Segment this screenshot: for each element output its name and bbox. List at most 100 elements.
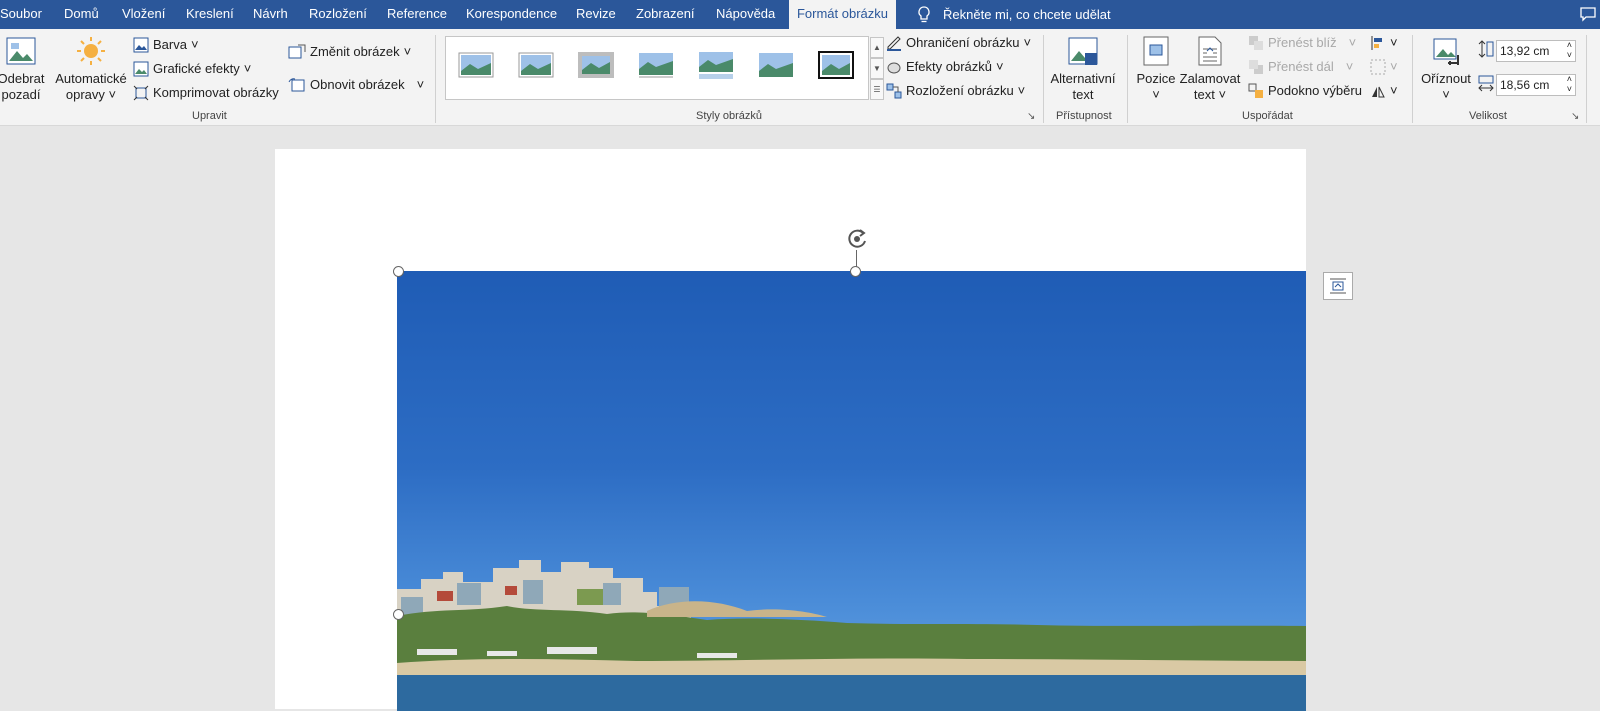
selection-pane-label: Podokno výběru <box>1268 83 1362 98</box>
pen-icon <box>887 36 901 51</box>
resize-handle-top-left[interactable] <box>393 266 404 277</box>
dialog-launcher-icon[interactable]: ↘ <box>1027 111 1035 122</box>
align-icon <box>1371 36 1382 50</box>
tab-vlozeni[interactable]: Vložení <box>122 0 165 29</box>
rotate-handle-icon[interactable] <box>843 225 871 253</box>
group-separator <box>1127 35 1128 123</box>
tab-format-obrazku[interactable]: Formát obrázku <box>789 0 896 29</box>
wrap-text-icon <box>1198 36 1222 66</box>
corrections-button[interactable]: Automatické opravy ˅ <box>52 35 130 103</box>
send-backward-button[interactable]: Přenést dál ˅ <box>1248 56 1353 78</box>
effects-icon <box>887 62 901 74</box>
comments-icon[interactable] <box>1580 7 1596 22</box>
group-label-adjust: Upravit <box>192 110 227 122</box>
chevron-down-icon: ˅ <box>1442 87 1450 102</box>
tab-napoveda[interactable]: Nápověda <box>716 0 775 29</box>
color-button[interactable]: Barva ˅ <box>133 34 199 56</box>
rotate-button[interactable]: ˅ <box>1370 80 1398 102</box>
group-separator <box>1412 35 1413 123</box>
tab-kresleni[interactable]: Kreslení <box>186 0 234 29</box>
chevron-down-icon: ˅ <box>1390 35 1398 50</box>
alt-text-button[interactable]: Alternativní text <box>1048 35 1118 103</box>
tab-korespondence[interactable]: Korespondence <box>466 0 557 29</box>
picture-style-thumb[interactable] <box>578 49 614 81</box>
remove-background-button[interactable]: Odebrat pozadí <box>0 35 48 103</box>
sun-icon <box>77 37 105 65</box>
tab-reference[interactable]: Reference <box>387 0 447 29</box>
ribbon: Odebrat pozadí Automatické opravy ˅ Barv… <box>0 29 1600 126</box>
width-icon <box>1478 75 1494 92</box>
send-backward-icon <box>1249 60 1263 74</box>
picture-style-thumb[interactable] <box>458 49 494 81</box>
picture-layout-label: Rozložení obrázku <box>906 83 1014 98</box>
tell-me-box[interactable]: Řekněte mi, co chcete udělat <box>917 0 1111 29</box>
spinner-icon[interactable]: ˄ ˅ <box>1567 74 1572 94</box>
remove-background-label-1: Odebrat <box>0 71 45 86</box>
picture-style-thumb[interactable] <box>518 49 554 81</box>
picture-style-thumb[interactable] <box>638 49 674 81</box>
chevron-down-icon: ˅ <box>1345 59 1354 74</box>
tab-zobrazeni[interactable]: Zobrazení <box>636 0 695 29</box>
picture-effects-button[interactable]: Efekty obrázků ˅ <box>886 56 1004 78</box>
selection-pane-button[interactable]: Podokno výběru <box>1248 80 1362 102</box>
gallery-more[interactable]: ☰ <box>870 79 884 100</box>
layout-options-icon <box>1330 278 1346 294</box>
wrap-text-button[interactable]: Zalamovat text ˅ <box>1178 35 1242 103</box>
gallery-scroll-down[interactable]: ▼ <box>870 58 884 79</box>
alt-text-label-2: text <box>1072 87 1094 102</box>
height-icon <box>1478 40 1494 58</box>
picture-border-button[interactable]: Ohraničení obrázku ˅ <box>886 32 1031 54</box>
align-button[interactable]: ˅ <box>1370 32 1398 54</box>
tab-domu[interactable]: Domů <box>64 0 99 29</box>
group-label-accessibility: Přístupnost <box>1056 110 1112 122</box>
selection-pane-icon <box>1248 83 1263 98</box>
crop-button[interactable]: Oříznout ˅ <box>1418 35 1474 103</box>
dialog-launcher-icon[interactable]: ↘ <box>1571 111 1579 122</box>
chevron-down-icon: ˅ <box>416 77 425 92</box>
tab-rozlozeni[interactable]: Rozložení <box>309 0 367 29</box>
resize-handle-middle-left[interactable] <box>393 609 404 620</box>
chevron-down-icon: ˅ <box>108 87 117 102</box>
picture-style-thumb[interactable] <box>698 49 734 81</box>
gallery-scroll-up[interactable]: ▲ <box>870 37 884 58</box>
chevron-down-icon: ˅ <box>996 59 1004 74</box>
artistic-effects-icon <box>133 61 149 77</box>
tab-soubor[interactable]: Soubor <box>0 0 42 29</box>
artistic-effects-button[interactable]: Grafické efekty ˅ <box>133 58 251 80</box>
bring-forward-icon <box>1249 36 1263 50</box>
bring-forward-button[interactable]: Přenést blíž ˅ <box>1248 32 1356 54</box>
group-objects-button[interactable]: ˅ <box>1370 56 1398 78</box>
send-backward-label: Přenést dál <box>1268 59 1334 74</box>
chevron-down-icon: ˅ <box>1152 87 1160 102</box>
picture-layout-button[interactable]: Rozložení obrázku ˅ <box>886 80 1025 102</box>
tab-revize[interactable]: Revize <box>576 0 616 29</box>
tab-navrh[interactable]: Návrh <box>253 0 288 29</box>
spinner-icon[interactable]: ˄ ˅ <box>1567 40 1572 60</box>
rotate-icon <box>1372 86 1385 98</box>
bring-forward-label: Přenést blíž <box>1268 35 1337 50</box>
position-button[interactable]: Pozice ˅ <box>1136 35 1176 103</box>
change-picture-icon <box>288 44 306 59</box>
picture-style-thumb[interactable] <box>758 49 794 81</box>
width-input[interactable]: 18,56 cm ˄ ˅ <box>1496 74 1576 96</box>
remove-background-icon <box>6 37 36 65</box>
reset-picture-button[interactable]: Obnovit obrázek ˅ <box>288 74 424 96</box>
picture-style-thumb-selected[interactable] <box>818 49 854 81</box>
picture-layout-icon <box>886 83 902 99</box>
group-separator <box>435 35 436 123</box>
crop-icon <box>1433 38 1459 65</box>
corrections-label-2: opravy <box>65 87 105 102</box>
compress-pictures-button[interactable]: Komprimovat obrázky <box>133 82 279 104</box>
resize-handle-top-center[interactable] <box>850 266 861 277</box>
tell-me-text: Řekněte mi, co chcete udělat <box>943 6 1111 22</box>
corrections-label-1: Automatické <box>55 71 127 86</box>
compress-icon <box>133 85 149 101</box>
layout-options-button[interactable] <box>1323 272 1353 300</box>
ribbon-tab-bar: Soubor Domů Vložení Kreslení Návrh Rozlo… <box>0 0 1600 29</box>
selected-picture[interactable] <box>397 271 1306 711</box>
picture-styles-gallery: ▲ ▼ ☰ <box>445 36 884 100</box>
change-picture-button[interactable]: Změnit obrázek ˅ <box>288 41 411 63</box>
height-input[interactable]: 13,92 cm ˄ ˅ <box>1496 40 1576 62</box>
change-picture-label: Změnit obrázek <box>310 44 400 59</box>
chevron-down-icon: ˅ <box>1023 35 1032 50</box>
